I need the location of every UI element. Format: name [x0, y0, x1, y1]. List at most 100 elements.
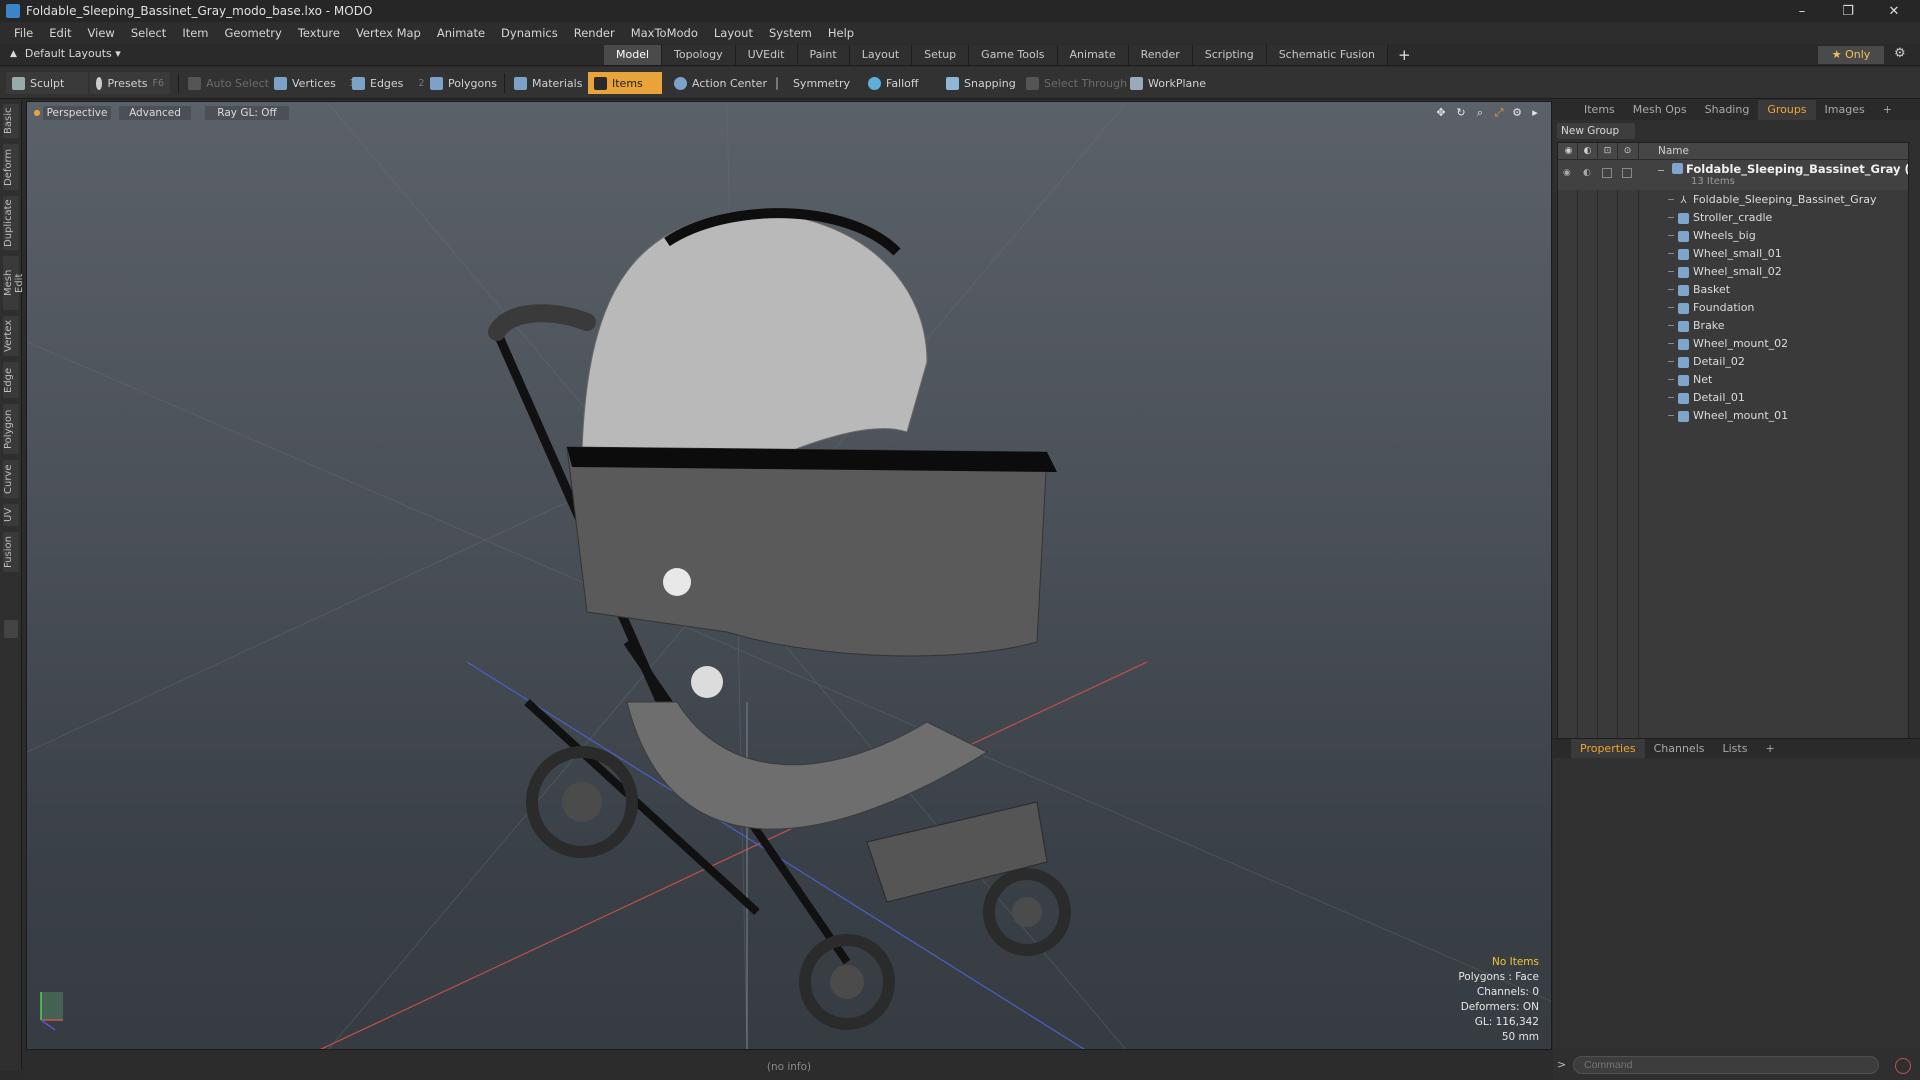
list-item[interactable]: Detail_02 — [1558, 353, 1908, 371]
menu-file[interactable]: File — [6, 26, 41, 40]
minimize-button[interactable]: – — [1780, 0, 1824, 22]
rotate-icon[interactable]: ↻ — [1455, 107, 1467, 119]
menu-render[interactable]: Render — [566, 26, 623, 40]
sculpt-button[interactable]: Sculpt — [6, 72, 88, 94]
select-column-icon[interactable]: ⊙ — [1622, 146, 1633, 157]
lefttab-uv[interactable]: UV — [3, 504, 19, 526]
tab-properties[interactable]: Properties — [1571, 738, 1645, 759]
tab-lists[interactable]: Lists — [1714, 739, 1757, 759]
auto-select-button[interactable]: Auto Select — [182, 72, 275, 94]
render-column-icon[interactable]: ◐ — [1582, 146, 1593, 157]
menu-edit[interactable]: Edit — [41, 26, 79, 40]
menu-view[interactable]: View — [80, 26, 123, 40]
lefttab-basic[interactable]: Basic — [3, 104, 19, 138]
list-item[interactable]: Stroller_cradle — [1558, 209, 1908, 227]
only-toggle-button[interactable]: ★ Only — [1818, 46, 1884, 64]
list-item[interactable]: Wheel_mount_02 — [1558, 335, 1908, 353]
lock-column-icon[interactable]: ⊡ — [1602, 146, 1613, 157]
collapse-icon[interactable] — [1658, 170, 1664, 171]
add-properties-tab-button[interactable]: + — [1756, 739, 1783, 759]
menu-texture[interactable]: Texture — [290, 26, 348, 40]
symmetry-button[interactable]: Symmetry — [770, 72, 856, 94]
lefttab-edge[interactable]: Edge — [3, 362, 19, 398]
stop-icon[interactable] — [1895, 1058, 1911, 1074]
menu-geometry[interactable]: Geometry — [217, 26, 290, 40]
action-center-button[interactable]: Action Center — [668, 72, 773, 94]
menu-item[interactable]: Item — [174, 26, 216, 40]
perspective-dropdown[interactable]: Perspective — [43, 106, 111, 120]
add-panel-tab-button[interactable]: + — [1874, 100, 1901, 120]
close-button[interactable]: ✕ — [1872, 0, 1916, 22]
zoom-icon[interactable]: ⌕ — [1474, 107, 1486, 119]
restore-button[interactable]: ❐ — [1826, 0, 1870, 22]
tab-shading[interactable]: Shading — [1696, 100, 1759, 120]
fit-icon[interactable]: ⤢ — [1493, 107, 1505, 119]
root-lock-checkbox[interactable] — [1602, 168, 1612, 178]
root-visibility-icon[interactable]: ◉ — [1563, 168, 1571, 178]
list-item[interactable]: Detail_01 — [1558, 389, 1908, 407]
falloff-button[interactable]: Falloff — [862, 72, 924, 94]
items-button[interactable]: Items — [588, 72, 662, 94]
tab-items[interactable]: Items — [1575, 100, 1624, 120]
menu-animate[interactable]: Animate — [429, 26, 493, 40]
viewport-expand-icon[interactable]: ▸ — [1529, 107, 1541, 119]
edges-button[interactable]: Edges 2 — [346, 72, 430, 94]
lefttab-vertex[interactable]: Vertex — [3, 316, 19, 356]
viewport-menu-icon[interactable]: ● — [31, 107, 43, 119]
menu-layout[interactable]: Layout — [706, 26, 761, 40]
menu-select[interactable]: Select — [123, 26, 174, 40]
gear-icon[interactable]: ⚙ — [1894, 46, 1906, 61]
list-item[interactable]: Wheels_big — [1558, 227, 1908, 245]
tab-groups[interactable]: Groups — [1758, 100, 1816, 120]
tab-animate[interactable]: Animate — [1057, 45, 1129, 65]
list-item[interactable]: ⅄ Foldable_Sleeping_Bassinet_Gray — [1558, 191, 1908, 209]
list-item[interactable]: Wheel_mount_01 — [1558, 407, 1908, 425]
list-item[interactable]: Basket — [1558, 281, 1908, 299]
select-through-button[interactable]: Select Through — [1020, 72, 1133, 94]
tab-render[interactable]: Render — [1128, 45, 1193, 65]
tab-mesh-ops[interactable]: Mesh Ops — [1624, 100, 1696, 120]
tab-images[interactable]: Images — [1816, 100, 1874, 120]
root-select-checkbox[interactable] — [1622, 168, 1632, 178]
tab-paint[interactable]: Paint — [797, 45, 850, 65]
lefttab-duplicate[interactable]: Duplicate — [3, 196, 19, 250]
menu-dynamics[interactable]: Dynamics — [493, 26, 566, 40]
lefttab-curve[interactable]: Curve — [3, 460, 19, 498]
3d-viewport[interactable]: ● Perspective Advanced Ray GL: Off ✥ ↻ ⌕… — [26, 101, 1552, 1050]
tab-model[interactable]: Model — [604, 45, 663, 65]
lefttab-mesh-edit[interactable]: Mesh Edit — [3, 256, 25, 310]
materials-button[interactable]: Materials — [508, 72, 588, 94]
workplane-button[interactable]: WorkPlane — [1124, 72, 1212, 94]
list-item[interactable]: Brake — [1558, 317, 1908, 335]
menu-system[interactable]: System — [761, 26, 820, 40]
tab-uvedit[interactable]: UVEdit — [735, 45, 798, 65]
advanced-dropdown[interactable]: Advanced — [119, 106, 191, 120]
pan-icon[interactable]: ✥ — [1435, 107, 1447, 119]
lefttab-polygon[interactable]: Polygon — [3, 404, 19, 454]
polygons-button[interactable]: Polygons — [424, 72, 503, 94]
tab-layout[interactable]: Layout — [849, 45, 913, 65]
root-render-icon[interactable]: ◐ — [1583, 168, 1591, 178]
layouts-dropdown[interactable]: ▲ Default Layouts ▾ — [10, 47, 121, 60]
viewport-settings-icon[interactable]: ⚙ — [1511, 107, 1523, 119]
command-input[interactable] — [1573, 1056, 1879, 1074]
tab-schematic-fusion[interactable]: Schematic Fusion — [1266, 45, 1389, 65]
raygl-dropdown[interactable]: Ray GL: Off — [205, 106, 289, 120]
menu-maxtomodo[interactable]: MaxToModo — [623, 26, 706, 40]
lefttab-fusion[interactable]: Fusion — [3, 532, 19, 572]
presets-button[interactable]: Presets F6 — [90, 72, 170, 94]
lefttab-collapse-button[interactable] — [4, 620, 18, 638]
name-column-header[interactable]: Name — [1658, 145, 1689, 157]
list-item[interactable]: Wheel_small_01 — [1558, 245, 1908, 263]
list-item[interactable]: Foundation — [1558, 299, 1908, 317]
snapping-button[interactable]: Snapping — [940, 72, 1022, 94]
add-tab-button[interactable]: + — [1388, 45, 1421, 65]
tab-game-tools[interactable]: Game Tools — [969, 45, 1058, 65]
tab-channels[interactable]: Channels — [1645, 739, 1714, 759]
tab-scripting[interactable]: Scripting — [1192, 45, 1267, 65]
list-item[interactable]: Net — [1558, 371, 1908, 389]
menu-help[interactable]: Help — [820, 26, 862, 40]
tab-topology[interactable]: Topology — [662, 45, 736, 65]
new-group-button[interactable]: New Group — [1557, 123, 1635, 139]
list-item[interactable]: Wheel_small_02 — [1558, 263, 1908, 281]
